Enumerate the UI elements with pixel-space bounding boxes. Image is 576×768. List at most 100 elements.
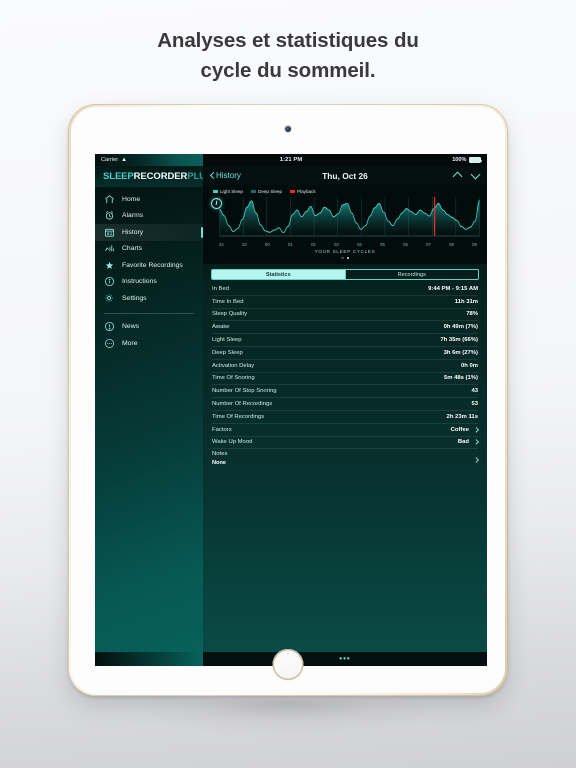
x-tick-label: 04	[357, 242, 362, 247]
statistics-row-value: 7h 35m (66%)	[440, 337, 478, 344]
sidebar-item-more[interactable]: More	[95, 335, 203, 352]
x-tick-label: 02	[311, 242, 316, 247]
sidebar-item-instructions[interactable]: Instructions	[95, 274, 203, 291]
ipad-screen: Carrier ▲ 1:21 PM 100% SLEEP RECORDER PLUS	[95, 154, 487, 666]
sidebar-item-news[interactable]: News	[95, 319, 203, 336]
chevron-left-icon	[210, 172, 214, 179]
statistics-row-value: 5m 48s (1%)	[443, 375, 478, 382]
gear-icon	[104, 293, 115, 304]
chevron-right-icon	[474, 427, 478, 433]
statistics-row: Awake 0h 49m (7%)	[212, 321, 478, 335]
notes-label: Notes	[212, 451, 228, 458]
statistics-row: Sleep Quality 78%	[212, 309, 478, 322]
sidebar: SLEEP RECORDER PLUS Home Alarms History …	[95, 166, 212, 666]
statistics-row-label: Activation Delay	[212, 362, 255, 369]
page-indicator[interactable]	[209, 256, 481, 259]
legend-item-light-sleep: Light Sleep	[213, 189, 243, 194]
front-camera-icon	[285, 126, 291, 132]
navbar-title: Thu, Oct 26	[322, 170, 368, 181]
page-title: Analyses et statistiques du cycle du som…	[0, 26, 576, 86]
x-tick-label: 09	[472, 242, 477, 247]
sidebar-item-home[interactable]: Home	[95, 191, 203, 208]
x-tick-label: 06	[403, 242, 408, 247]
chart-x-axis: 22 23 00 01 02 03 04 05 06 07 08 09	[209, 241, 481, 247]
status-bar: Carrier ▲ 1:21 PM 100%	[95, 154, 487, 166]
sidebar-item-label: Instructions	[122, 278, 157, 286]
notes-value: None	[212, 459, 226, 466]
sidebar-nav: Home Alarms History Charts Favorite Reco…	[95, 187, 203, 352]
chart-info-badge[interactable]: i	[211, 198, 222, 209]
statistics-row-label: In Bed	[212, 285, 230, 292]
sidebar-item-charts[interactable]: Charts	[95, 241, 203, 258]
statistics-row: Activation Delay 0h 0m	[212, 360, 478, 373]
chevron-up-icon[interactable]	[453, 171, 462, 180]
statistics-row: Number Of Recordings 53	[212, 398, 478, 411]
statistics-row-label: Light Sleep	[212, 337, 242, 344]
alarm-clock-icon	[104, 210, 115, 221]
info-circle-icon	[104, 276, 115, 287]
tab-recordings[interactable]: Recordings	[344, 270, 479, 279]
statistics-row: Deep Sleep 3h 6m (27%)	[212, 347, 478, 360]
sidebar-item-label: Favorite Recordings	[122, 261, 183, 269]
chevron-down-icon[interactable]	[471, 171, 480, 180]
legend-label: Deep Sleep	[258, 189, 283, 194]
x-tick-label: 08	[449, 242, 454, 247]
statistics-row-value: Coffee	[450, 426, 469, 433]
statistics-row-label: Awake	[212, 324, 230, 331]
navbar-arrows	[453, 171, 480, 180]
news-info-icon	[104, 321, 115, 332]
sidebar-item-alarms[interactable]: Alarms	[95, 208, 203, 225]
statistics-row: Time Of Recordings 2h 23m 11s	[212, 411, 478, 424]
statistics-row-label: Sleep Quality	[212, 311, 248, 318]
sleep-cycle-plot[interactable]: i	[209, 195, 481, 241]
sidebar-item-label: More	[122, 339, 138, 347]
main-content: History Thu, Oct 26 Light Sleep Deep Sle…	[203, 166, 487, 666]
bottom-toolbar: •••	[203, 652, 487, 666]
legend-swatch-deep-sleep	[251, 190, 256, 193]
sidebar-item-label: History	[122, 228, 144, 236]
statistics-row-label: Factors	[212, 426, 232, 433]
statistics-row-value: 43	[471, 388, 478, 395]
back-button[interactable]: History	[210, 171, 241, 180]
sidebar-item-label: Home	[122, 195, 141, 203]
sidebar-item-favorite-recordings[interactable]: Favorite Recordings	[95, 257, 203, 274]
home-button[interactable]	[272, 649, 304, 680]
statistics-row[interactable]: Wake Up Mood Bad	[212, 437, 478, 450]
statistics-row-label: Deep Sleep	[212, 349, 243, 356]
legend-item-deep-sleep: Deep Sleep	[251, 189, 282, 194]
statistics-row-value: 0h 49m (7%)	[443, 324, 478, 331]
statistics-row-label: Number Of Recordings	[212, 401, 273, 408]
page-dot-active[interactable]	[346, 256, 349, 259]
sleep-cycle-chart-panel: Light Sleep Deep Sleep Playback i 22 23 …	[203, 185, 487, 264]
navigation-bar: History Thu, Oct 26	[203, 166, 487, 185]
statistics-row-label: Wake Up Mood	[212, 439, 253, 446]
notes-row[interactable]: Notes None	[212, 449, 478, 469]
statistics-row-value: 2h 23m 11s	[446, 413, 478, 420]
sidebar-item-label: Alarms	[122, 212, 144, 220]
battery-icon	[469, 157, 482, 163]
sidebar-divider	[104, 312, 194, 314]
statistics-row-value: 9:44 PM - 9:15 AM	[428, 285, 478, 292]
chart-caption: YOUR SLEEP CYCLES	[314, 249, 376, 254]
tab-statistics[interactable]: Statistics	[212, 270, 345, 279]
sidebar-item-label: News	[122, 323, 139, 331]
sidebar-item-settings[interactable]: Settings	[95, 290, 203, 307]
sidebar-item-label: Settings	[122, 294, 147, 302]
sleep-cycle-svg	[219, 197, 480, 237]
legend-label: Playback	[297, 189, 316, 194]
logo-part-sleep: SLEEP	[103, 171, 134, 182]
sidebar-footer	[95, 652, 203, 666]
star-icon	[104, 260, 115, 271]
legend-label: Light Sleep	[220, 189, 243, 194]
statistics-row-label: Time In Bed	[212, 298, 244, 305]
page-dot[interactable]	[341, 256, 344, 259]
back-button-label: History	[216, 171, 241, 180]
more-dots-icon[interactable]: •••	[339, 655, 350, 663]
x-tick-label: 23	[242, 242, 247, 247]
x-tick-label: 01	[288, 242, 293, 247]
statistics-list: In Bed 9:44 PM - 9:15 AM Time In Bed 11h 31…	[203, 280, 487, 652]
app-body: SLEEP RECORDER PLUS Home Alarms History …	[95, 166, 487, 666]
sidebar-item-history[interactable]: History	[95, 224, 203, 241]
segmented-control: Statistics Recordings	[211, 269, 479, 280]
statistics-row[interactable]: Factors Coffee	[212, 424, 478, 437]
